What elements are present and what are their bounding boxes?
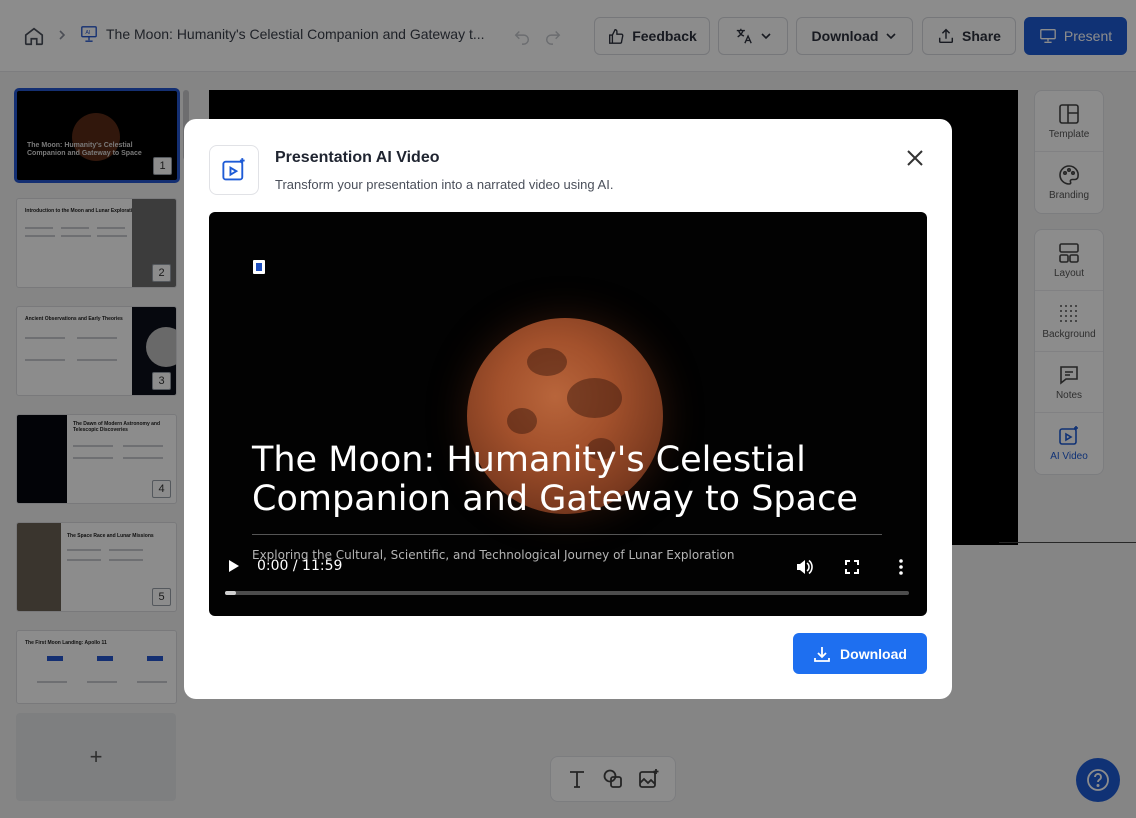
play-icon[interactable] — [226, 558, 242, 574]
more-options-icon[interactable] — [892, 557, 910, 577]
dialog-subtitle: Transform your presentation into a narra… — [275, 177, 614, 192]
video-slide-title: The Moon: Humanity's Celestial Companion… — [252, 440, 858, 519]
dialog-title: Presentation AI Video — [275, 149, 440, 166]
ai-video-dialog: Presentation AI Video Transform your pre… — [184, 119, 952, 699]
ai-video-icon — [209, 145, 259, 195]
close-icon[interactable] — [902, 145, 928, 171]
video-logo — [253, 260, 265, 274]
volume-icon[interactable] — [794, 557, 814, 577]
download-video-button[interactable]: Download — [793, 633, 927, 674]
fullscreen-icon[interactable] — [843, 558, 861, 576]
video-time: 0:00 / 11:59 — [257, 558, 343, 574]
video-progress-bar[interactable] — [225, 591, 909, 595]
video-progress-fill — [225, 591, 236, 595]
download-icon — [814, 646, 830, 662]
video-player[interactable]: The Moon: Humanity's Celestial Companion… — [209, 212, 927, 616]
download-button-label: Download — [840, 645, 907, 662]
